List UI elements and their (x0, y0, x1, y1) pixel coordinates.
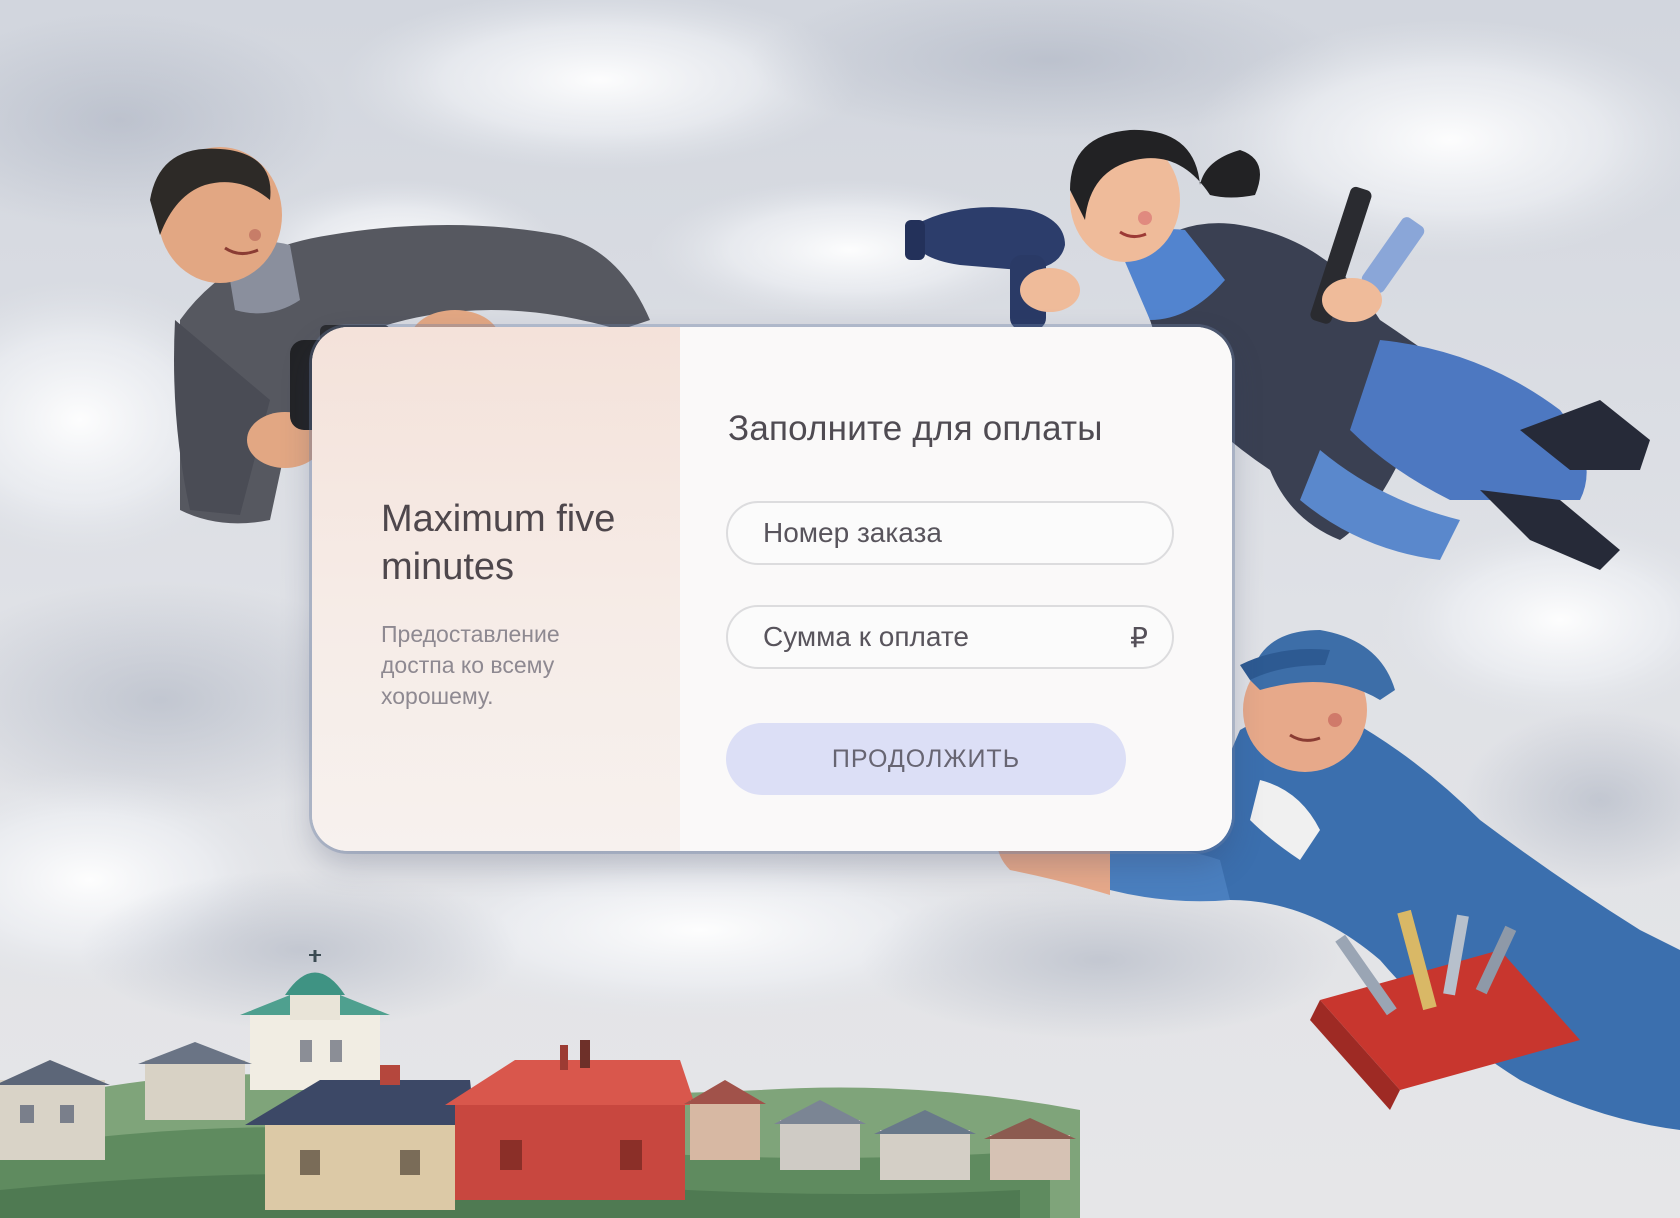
payment-card: Maximum five minutes Предоставление дост… (312, 327, 1232, 851)
amount-input[interactable] (761, 620, 1131, 654)
ruble-icon: ₽ (1130, 621, 1148, 653)
brand-title: Maximum five minutes (381, 498, 616, 588)
form-title: Заполните для оплаты (728, 409, 1103, 448)
amount-field-wrapper: ₽ (726, 605, 1174, 669)
continue-button[interactable]: ПРОДОЛЖИТЬ (726, 723, 1126, 795)
order-number-field-wrapper (726, 501, 1174, 565)
order-number-input[interactable] (761, 516, 1148, 550)
brand-subtitle: Предоставление достпа ко всему хорошему. (381, 621, 560, 709)
brand-panel: Maximum five minutes Предоставление дост… (312, 327, 680, 851)
payment-form: Заполните для оплаты ₽ ПРОДОЛЖИТЬ (680, 327, 1232, 851)
